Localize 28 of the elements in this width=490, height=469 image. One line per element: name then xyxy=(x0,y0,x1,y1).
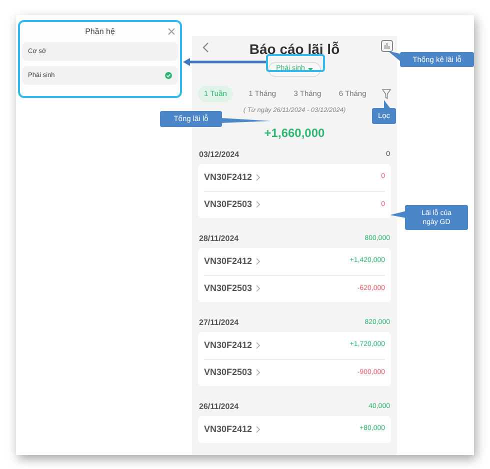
caret-icon xyxy=(308,68,313,71)
screen-title: Báo cáo lãi lỗ xyxy=(248,40,341,59)
contract-symbol[interactable]: VN30F2503 xyxy=(204,198,252,212)
chevron-icon xyxy=(256,174,260,181)
close-icon[interactable] xyxy=(168,28,175,35)
day-date: 03/12/2024 xyxy=(199,148,240,161)
chevron-icon xyxy=(256,369,260,376)
contract-symbol[interactable]: VN30F2412 xyxy=(204,170,252,184)
chevron-icon xyxy=(256,426,260,433)
callout-pointer xyxy=(384,100,390,108)
panel-title: Phần hệ xyxy=(84,26,116,38)
filter-icon[interactable] xyxy=(382,89,391,99)
day-date: 28/11/2024 xyxy=(199,232,239,245)
total-profit: +1,660,000 xyxy=(263,124,326,142)
chevron-icon xyxy=(256,342,260,349)
day-date: 26/11/2024 xyxy=(199,400,239,413)
contract-symbol[interactable]: VN30F2503 xyxy=(204,366,252,380)
chevron-icon xyxy=(256,285,260,292)
day-date: 27/11/2024 xyxy=(199,316,239,329)
bar-chart-icon[interactable] xyxy=(381,40,393,52)
contract-symbol[interactable]: VN30F2412 xyxy=(204,254,252,268)
back-icon[interactable] xyxy=(202,42,209,53)
contract-symbol[interactable]: VN30F2503 xyxy=(204,282,252,296)
chevron-icon xyxy=(256,201,260,208)
highlight-frame xyxy=(266,54,325,72)
contract-symbol[interactable]: VN30F2412 xyxy=(204,422,252,436)
contract-symbol[interactable]: VN30F2412 xyxy=(204,338,252,352)
chevron-icon xyxy=(256,258,260,265)
